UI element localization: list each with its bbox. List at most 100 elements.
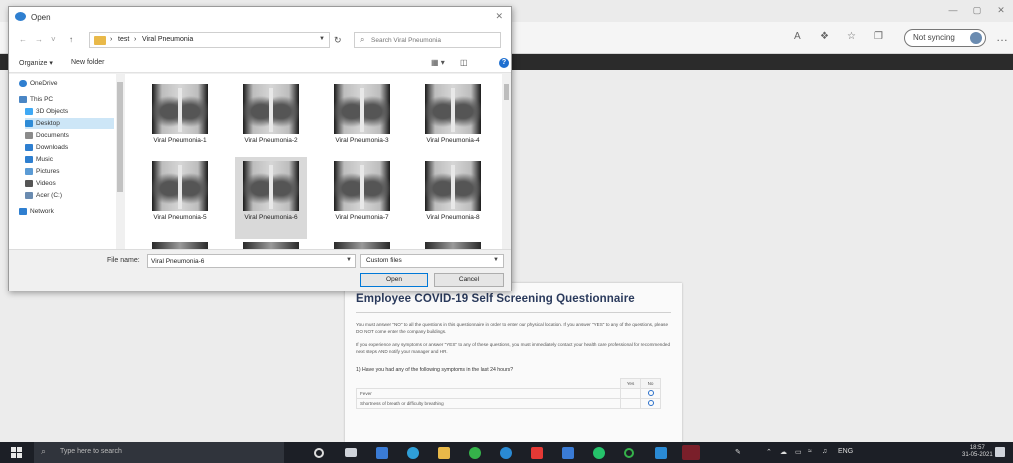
volume-icon[interactable]: ♫ [822,448,827,455]
windows-start-icon[interactable] [11,447,22,458]
recent-locations-icon[interactable]: ˅ [51,35,56,44]
file-tile[interactable]: Viral Pneumonia-3 [326,80,398,162]
read-aloud-icon[interactable]: A [794,31,801,42]
notification-icon[interactable] [995,447,1005,457]
close-window-icon[interactable]: ✕ [989,0,1013,22]
filename-input[interactable] [151,256,341,267]
favorite-star-icon[interactable]: ☆ [847,31,856,42]
chevron-right-icon[interactable]: › [134,36,136,43]
search-input[interactable] [371,34,497,46]
system-clock[interactable]: 18:57 31-05-2021 [962,445,993,459]
nav-item-3d-objects[interactable]: 3D Objects [25,106,114,117]
collections-icon[interactable]: ❐ [874,31,883,42]
file-name: Viral Pneumonia-3 [335,137,389,144]
filename-field[interactable]: ▼ [147,254,356,268]
ellipsis-icon[interactable]: … [996,30,1008,44]
sync-button[interactable]: Not syncing [904,29,986,47]
spotify-icon[interactable] [624,448,634,458]
filetype-select[interactable]: Custom files ▼ [360,254,504,268]
yes-cell[interactable] [620,398,641,409]
file-tile[interactable]: Viral Pneumonia-2 [235,80,307,162]
browser-icon[interactable] [500,447,512,459]
scrollbar-thumb[interactable] [117,82,123,192]
file-name: Viral Pneumonia-5 [153,214,207,221]
nav-label: Downloads [36,144,69,151]
vscode-icon[interactable] [655,447,667,459]
file-tile[interactable]: Viral Pneumonia-1 [144,80,216,162]
radio-button-no[interactable] [647,400,654,406]
youtube-icon[interactable] [531,447,543,459]
chevron-up-icon[interactable]: ⌃ [766,448,772,456]
view-options-icon[interactable]: ▦ ▾ [431,58,445,67]
chat-icon[interactable] [469,447,481,459]
help-icon[interactable]: ? [499,58,509,68]
nav-item-downloads[interactable]: Downloads [25,142,114,153]
whatsapp-icon[interactable] [593,447,605,459]
task-view-icon[interactable] [345,448,357,457]
file-tile[interactable]: Viral Pneumonia-4 [417,80,489,162]
cortana-icon[interactable] [314,448,324,458]
refresh-icon[interactable]: ↻ [334,35,342,46]
no-cell[interactable] [640,388,661,399]
minimize-icon[interactable]: — [941,0,965,22]
breadcrumb-test[interactable]: test [118,36,129,43]
back-arrow-icon[interactable]: ← [19,35,27,44]
clock-time: 18:57 [969,445,985,451]
xray-thumbnail [152,161,208,211]
file-tile-selected[interactable]: Viral Pneumonia-6 [235,157,307,239]
dialog-title-bar: Open ✕ [9,7,511,27]
radio-button-no[interactable] [647,390,654,396]
file-explorer-icon[interactable] [438,447,450,459]
close-icon[interactable]: ✕ [495,11,503,22]
folder-search[interactable]: ⌕ [354,32,501,48]
taskbar: ⌕ Type here to search ✎ ⌃ ☁ ▭ ≈ ♫ ENG 18… [0,442,1013,463]
breadcrumb-current-folder[interactable]: Viral Pneumonia [142,36,193,43]
puzzle-extension-icon[interactable]: ❖ [820,31,829,42]
nav-item-network[interactable]: Network [19,206,114,217]
cancel-button[interactable]: Cancel [434,273,504,287]
file-tile[interactable]: Viral Pneumonia-7 [326,157,398,239]
nav-item-music[interactable]: Music [25,154,114,165]
battery-icon[interactable]: ▭ [795,448,802,456]
taskbar-search[interactable]: ⌕ Type here to search [34,442,284,463]
nav-scrollbar[interactable] [116,74,124,249]
chevron-right-icon[interactable]: › [110,36,112,43]
folder-icon [94,36,106,45]
nav-item-desktop[interactable]: Desktop [25,118,114,129]
nav-item-pictures[interactable]: Pictures [25,166,114,177]
divider [356,312,671,313]
chevron-down-icon[interactable]: ▼ [346,257,352,263]
nav-item-videos[interactable]: Videos [25,178,114,189]
open-button[interactable]: Open [360,273,428,287]
photos-icon[interactable] [562,447,574,459]
file-tile[interactable]: Viral Pneumonia-5 [144,157,216,239]
nav-item-acer-c[interactable]: Acer (C:) [25,190,114,201]
table-row: Fever [356,388,661,399]
no-cell[interactable] [640,398,661,409]
preview-pane-icon[interactable]: ◫ [460,58,468,67]
up-arrow-icon[interactable]: ↑ [69,35,73,44]
scrollbar-thumb[interactable] [504,84,509,100]
nav-item-onedrive[interactable]: OneDrive [19,78,114,89]
cloud-icon [19,80,27,87]
wifi-icon[interactable]: ≈ [808,448,812,455]
pen-icon[interactable]: ✎ [735,448,741,456]
cloud-tray-icon[interactable]: ☁ [780,448,787,456]
file-tile[interactable]: Viral Pneumonia-8 [417,157,489,239]
nav-item-this-pc[interactable]: This PC [19,94,114,105]
store-icon[interactable] [376,447,388,459]
nav-item-documents[interactable]: Documents [25,130,114,141]
file-scrollbar[interactable] [502,74,511,249]
maximize-icon[interactable]: ▢ [965,0,989,22]
chevron-down-icon[interactable]: ▼ [319,36,325,42]
language-indicator[interactable]: ENG [838,448,853,455]
new-folder-button[interactable]: New folder [71,59,104,66]
forward-arrow-icon[interactable]: → [35,35,43,44]
organize-button[interactable]: Organize ▾ [19,59,53,67]
active-app-icon[interactable] [682,445,700,460]
file-name: Viral Pneumonia-2 [244,137,298,144]
yes-cell[interactable] [620,388,641,399]
edge-icon[interactable] [407,447,419,459]
path-bar[interactable]: › test › Viral Pneumonia ▼ [89,32,330,48]
symptoms-question: 1) Have you had any of the following sym… [356,367,514,373]
